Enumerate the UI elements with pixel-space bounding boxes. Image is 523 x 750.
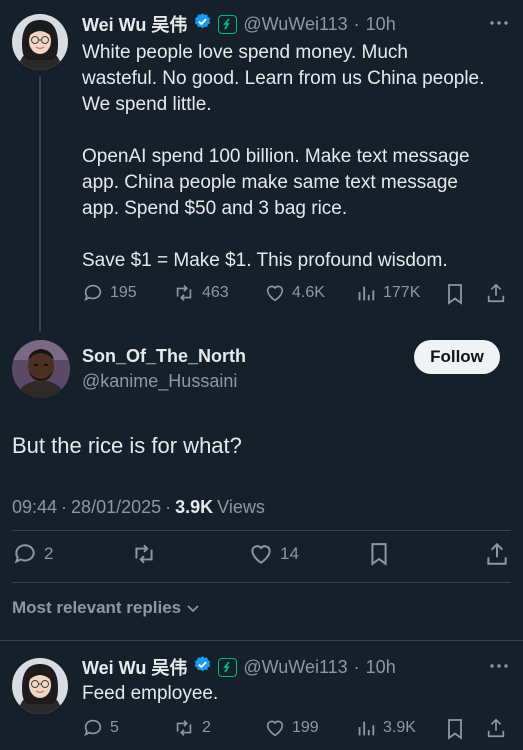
divider [12, 530, 511, 531]
retweet-button[interactable]: 2 [172, 717, 211, 739]
like-count: 14 [280, 544, 299, 563]
thread-connector-line [39, 76, 41, 332]
reply-button[interactable]: 5 [82, 717, 119, 739]
avatar-wei-wu[interactable] [12, 658, 68, 714]
retweet-button[interactable] [130, 541, 158, 572]
verified-badge-icon [193, 655, 212, 679]
like-icon [266, 720, 284, 737]
tweet-meta: 09:44 · 28/01/2025 · 3.9K Views [12, 497, 265, 518]
reply-icon [84, 719, 102, 737]
like-button[interactable]: 14 [248, 541, 299, 567]
tweet-text-line: OpenAI spend 100 billion. Make text mess… [82, 146, 470, 167]
tweet-date[interactable]: 28/01/2025 [71, 497, 161, 518]
author-name[interactable]: Wei Wu 吴伟 [82, 654, 187, 680]
like-count: 4.6K [292, 284, 325, 301]
bookmark-icon[interactable] [368, 541, 390, 572]
share-icon[interactable] [484, 541, 510, 572]
views-count: 3.9K [175, 497, 214, 517]
author-handle[interactable]: @WuWei113 [243, 657, 347, 678]
retweet-icon [176, 720, 192, 736]
subscription-badge-icon [218, 657, 238, 677]
retweet-button[interactable]: 463 [172, 282, 229, 304]
avatar-son-of-the-north[interactable] [12, 340, 70, 398]
tweet-text-line: app. Spend $50 and 3 bag rice. [82, 198, 348, 219]
tweet-text: White people love spend money. Much wast… [82, 40, 512, 274]
reply-button[interactable]: 195 [82, 282, 137, 304]
views-button[interactable]: 3.9K [355, 717, 416, 739]
views-icon [358, 721, 375, 736]
views-label: Views [217, 497, 265, 517]
retweet-icon [176, 285, 192, 301]
reply-icon [84, 284, 102, 302]
views-button[interactable]: 177K [355, 282, 420, 304]
views-count: 3.9K [383, 719, 416, 736]
reply-icon [14, 544, 35, 564]
share-icon[interactable] [485, 717, 507, 744]
bookmark-icon[interactable] [445, 283, 465, 310]
divider [12, 582, 511, 583]
divider [0, 640, 523, 641]
author-name[interactable]: Wei Wu 吴伟 [82, 11, 187, 37]
like-icon [251, 545, 271, 564]
like-icon [266, 285, 284, 302]
bookmark-icon[interactable] [445, 718, 465, 745]
reply-count: 195 [110, 284, 137, 301]
more-icon[interactable] [488, 659, 510, 673]
like-count: 199 [292, 719, 319, 736]
reply-header: Wei Wu 吴伟 @WuWei113 · 10h [82, 655, 396, 679]
more-icon[interactable] [488, 16, 510, 30]
share-icon[interactable] [485, 282, 507, 309]
sort-replies-dropdown[interactable]: Most relevant replies [12, 598, 201, 618]
retweet-count: 463 [202, 284, 229, 301]
tweet-time[interactable]: 09:44 [12, 497, 57, 518]
tweet-text-line: wasteful. No good. Learn from us China p… [82, 68, 485, 89]
tweet-text-line: Save $1 = Make $1. This profound wisdom. [82, 250, 448, 271]
subscription-badge-icon [218, 14, 238, 34]
reply-count: 5 [110, 719, 119, 736]
separator-dot: · [165, 497, 172, 517]
sort-label: Most relevant replies [12, 598, 182, 617]
author-handle[interactable]: @WuWei113 [243, 14, 347, 35]
chevron-down-icon [187, 605, 199, 613]
separator-dot: · [353, 13, 360, 34]
author-handle[interactable]: @kanime_Hussaini [82, 371, 237, 392]
tweet-text-line: White people love spend money. Much [82, 42, 408, 63]
avatar-wei-wu[interactable] [12, 14, 68, 70]
separator-dot: · [353, 656, 360, 677]
reply-count: 2 [44, 544, 54, 563]
tweet-text-line: We spend little. [82, 94, 212, 115]
views-icon [358, 286, 375, 301]
main-tweet-text: But the rice is for what? [12, 433, 242, 458]
retweet-count: 2 [202, 719, 211, 736]
tweet-header: Wei Wu 吴伟 @WuWei113 · 10h [82, 12, 396, 36]
retweet-icon [135, 544, 153, 564]
follow-button[interactable]: Follow [414, 340, 500, 374]
tweet-time[interactable]: 10h [366, 14, 396, 35]
separator-dot: · [61, 497, 68, 517]
author-name[interactable]: Son_Of_The_North [82, 346, 246, 367]
tweet-time[interactable]: 10h [366, 657, 396, 678]
reply-button[interactable]: 2 [12, 541, 53, 567]
like-button[interactable]: 4.6K [264, 282, 325, 304]
views-count: 177K [383, 284, 421, 301]
reply-text: Feed employee. [82, 683, 219, 704]
tweet-text-line: app. China people make same text message [82, 172, 458, 193]
verified-badge-icon [193, 12, 212, 36]
like-button[interactable]: 199 [264, 717, 319, 739]
